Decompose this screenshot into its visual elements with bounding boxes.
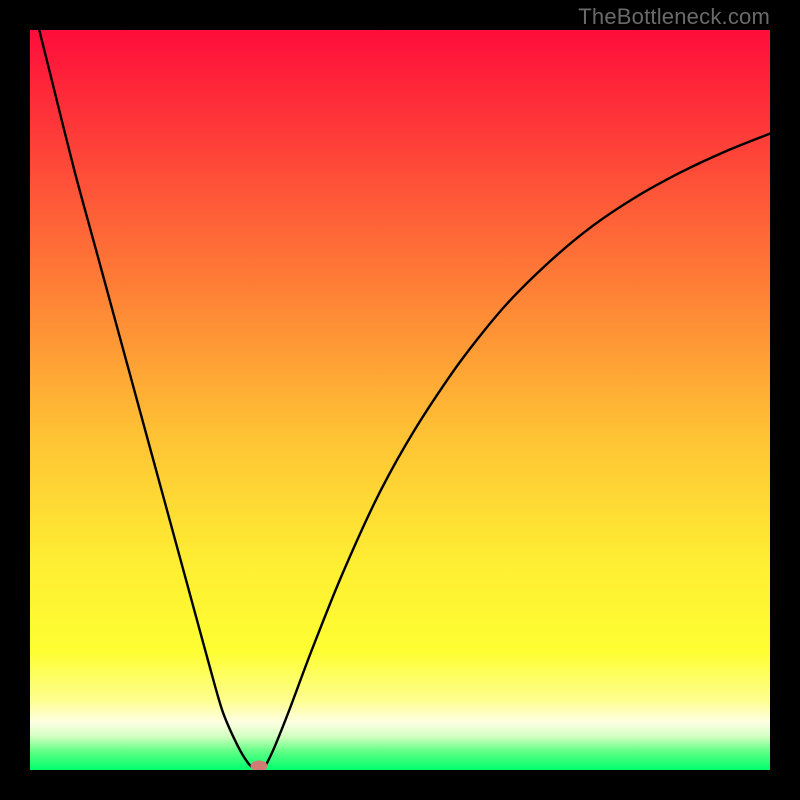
minimum-marker [251,760,268,770]
watermark-text: TheBottleneck.com [578,4,770,30]
bottleneck-curve [30,30,770,770]
plot-area [30,30,770,770]
chart-frame: TheBottleneck.com [0,0,800,800]
